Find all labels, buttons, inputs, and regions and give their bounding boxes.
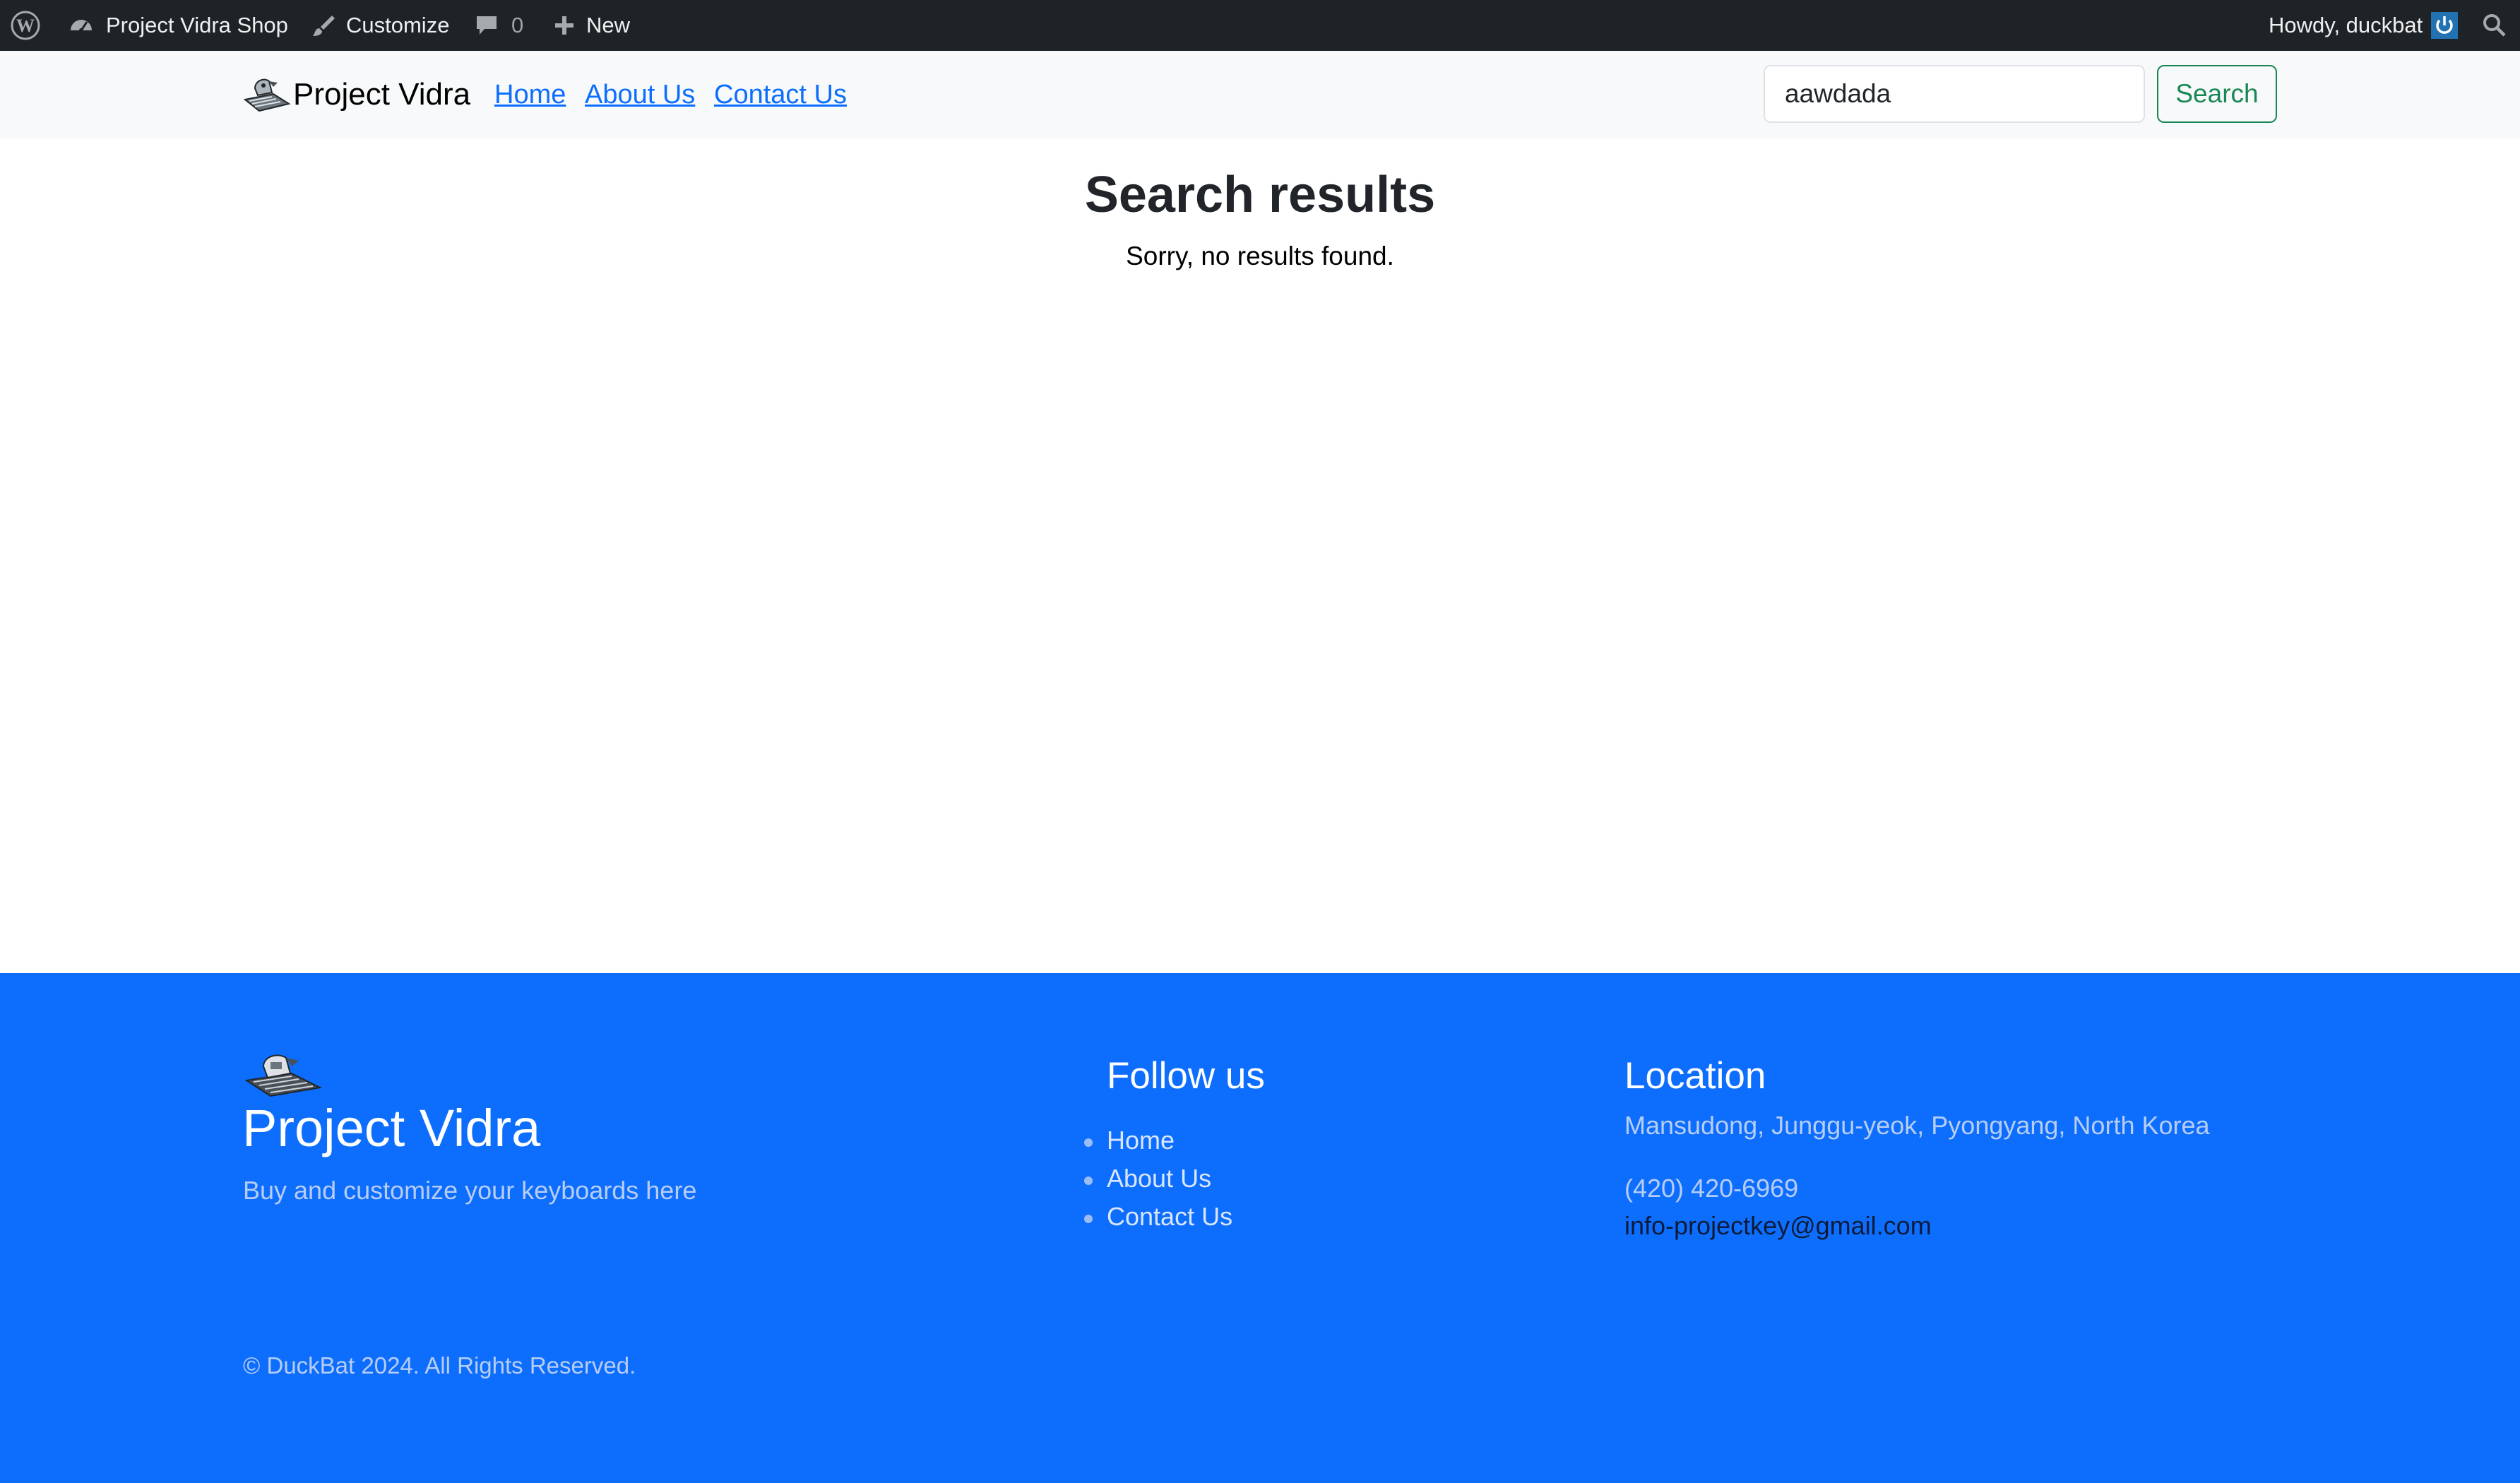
paintbrush-icon bbox=[311, 13, 336, 38]
footer-link-contact-us[interactable]: Contact Us bbox=[1083, 1198, 1232, 1236]
copyright: © DuckBat 2024. All Rights Reserved. bbox=[243, 1352, 636, 1378]
brand-link[interactable]: Project Vidra bbox=[242, 51, 470, 138]
plus-icon bbox=[554, 15, 575, 36]
svg-text:W: W bbox=[16, 16, 35, 36]
wordpress-logo-icon[interactable]: W bbox=[10, 0, 41, 51]
keyboard-logo-icon bbox=[242, 73, 292, 117]
admin-bar-new-label: New bbox=[586, 13, 631, 37]
nav-home[interactable]: Home bbox=[494, 51, 566, 138]
admin-bar-account[interactable]: Howdy, duckbat bbox=[2269, 0, 2459, 51]
admin-bar-comments[interactable]: 0 bbox=[475, 0, 523, 51]
search-button[interactable]: Search bbox=[2157, 65, 2277, 123]
nav-about-us[interactable]: About Us bbox=[585, 51, 695, 138]
avatar bbox=[2431, 12, 2459, 39]
page-title: Search results bbox=[1084, 167, 1436, 223]
admin-bar: W Project Vidra Shop Customize 0 New How… bbox=[0, 0, 2520, 51]
dashboard-icon bbox=[68, 12, 95, 39]
follow-us-heading: Follow us bbox=[1107, 1055, 1265, 1097]
admin-bar-site-link[interactable]: Project Vidra Shop bbox=[68, 0, 288, 51]
footer-phone: (420) 420-6969 bbox=[1624, 1174, 1799, 1203]
admin-bar-greeting: Howdy, duckbat bbox=[2269, 13, 2423, 37]
comment-icon bbox=[475, 13, 499, 37]
footer-email[interactable]: info-projectkey@gmail.com bbox=[1624, 1208, 1932, 1244]
nav-contact-us[interactable]: Contact Us bbox=[714, 51, 847, 138]
comments-count: 0 bbox=[511, 13, 524, 37]
site-footer: Project Vidra Buy and customize your key… bbox=[0, 973, 2520, 1483]
search-input[interactable] bbox=[1764, 65, 2145, 123]
admin-bar-customize[interactable]: Customize bbox=[311, 0, 449, 51]
admin-bar-site-name: Project Vidra Shop bbox=[106, 13, 288, 37]
location-heading: Location bbox=[1624, 1055, 1766, 1097]
footer-link-home[interactable]: Home bbox=[1083, 1121, 1232, 1160]
brand-name: Project Vidra bbox=[293, 77, 471, 112]
admin-bar-customize-label: Customize bbox=[346, 13, 450, 37]
footer-tagline: Buy and customize your keyboards here bbox=[243, 1176, 697, 1205]
search-icon[interactable] bbox=[2482, 0, 2507, 51]
footer-link-about-us[interactable]: About Us bbox=[1083, 1160, 1232, 1198]
no-results-message: Sorry, no results found. bbox=[1126, 242, 1394, 270]
footer-brand: Project Vidra bbox=[242, 1099, 541, 1157]
follow-links: Home About Us Contact Us bbox=[1083, 1121, 1232, 1236]
admin-bar-new[interactable]: New bbox=[554, 0, 630, 51]
footer-address: Mansudong, Junggu-yeok, Pyongyang, North… bbox=[1624, 1111, 2210, 1140]
